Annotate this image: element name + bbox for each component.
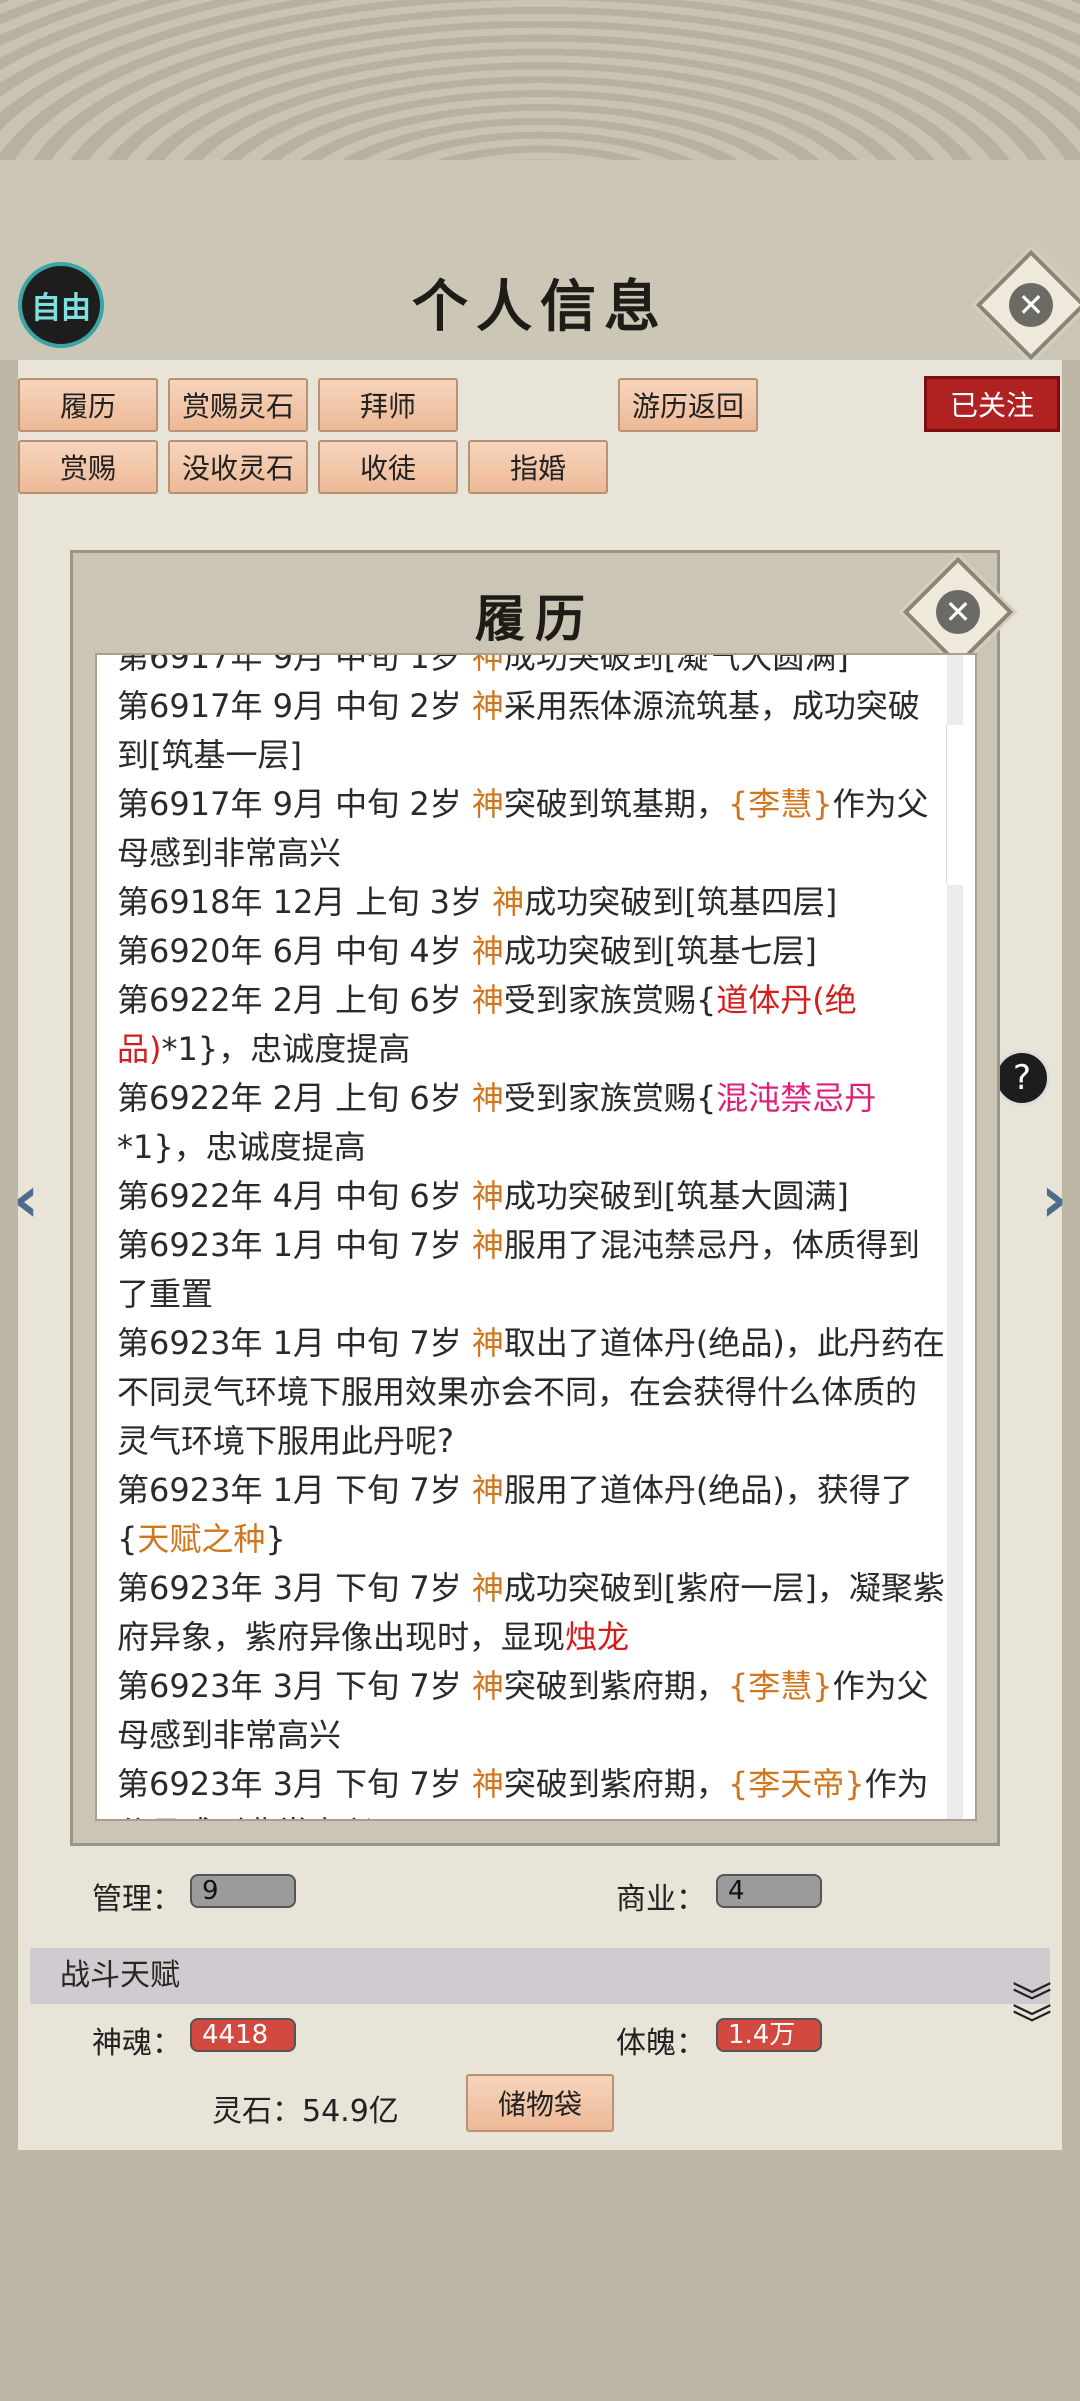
- resume-entry: 第6922年 2月 上旬 6岁 神受到家族赏赐{道体丹(绝品)*1}，忠诚度提高: [117, 976, 947, 1074]
- followed-badge[interactable]: 已关注: [924, 376, 1060, 432]
- entry-text: 第6923年 1月 下旬 7岁: [117, 1471, 472, 1509]
- entry-text: 受到家族赏赐{: [503, 981, 717, 1019]
- prev-arrow-icon[interactable]: ‹: [6, 1160, 46, 1240]
- entry-text: 第6923年 3月 下旬 7岁: [117, 1765, 472, 1803]
- management-label: 管理：: [92, 1882, 182, 1917]
- resume-button[interactable]: 履历: [18, 378, 158, 432]
- highlight-text: 天赋之种: [137, 1520, 266, 1558]
- dialog-close-button[interactable]: ✕: [902, 556, 1014, 668]
- physique-label: 体魄：: [616, 2026, 706, 2061]
- close-icon: ✕: [1009, 283, 1053, 327]
- highlight-text: 神: [492, 883, 525, 921]
- resume-entry: 第6917年 9月 中旬 2岁 神采用炁体源流筑基，成功突破到[筑基一层]: [117, 682, 947, 780]
- highlight-text: 神: [471, 1569, 504, 1607]
- highlight-text: 神: [471, 932, 504, 970]
- entry-text: 突破到紫府期，: [503, 1765, 728, 1803]
- resume-log[interactable]: 第6917年 9月 中旬 1岁 神成功突破到[凝气大圆满] 第6917年 9月 中…: [95, 653, 977, 1821]
- highlight-text: {李天帝}: [727, 1765, 865, 1803]
- management-value: 9: [190, 1874, 296, 1908]
- storage-bag-button[interactable]: 储物袋: [466, 2074, 614, 2132]
- entry-text: 第6922年 2月 上旬 6岁: [117, 1079, 472, 1117]
- resume-entry: 第6918年 12月 上旬 3岁 神成功突破到[筑基四层]: [117, 878, 947, 927]
- close-button[interactable]: ✕: [975, 249, 1080, 361]
- arrange-marriage-button[interactable]: 指婚: [468, 440, 608, 494]
- resume-entry: 第6917年 9月 中旬 1岁 神成功突破到[凝气大圆满]: [117, 653, 947, 682]
- footer: [0, 2150, 1080, 2401]
- physique-value: 1.4万: [716, 2018, 822, 2052]
- entry-text: 第6923年 3月 下旬 7岁: [117, 1667, 472, 1705]
- commerce-label: 商业：: [616, 1882, 706, 1917]
- resume-dialog: 履历 ✕ 第6917年 9月 中旬 1岁 神成功突破到[凝气大圆满] 第6917年…: [70, 550, 1014, 1846]
- highlight-text: {李慧}: [727, 785, 833, 823]
- spirit-stones-count: 灵石：54.9亿: [212, 2094, 399, 2129]
- entry-text: 突破到筑基期，: [503, 785, 728, 823]
- entry-text: 第6917年 9月 中旬 1岁: [117, 653, 472, 676]
- help-icon[interactable]: ?: [994, 1050, 1050, 1106]
- highlight-text: 混沌禁忌丹: [716, 1079, 877, 1117]
- highlight-text: 神: [471, 785, 504, 823]
- highlight-text: 神: [471, 981, 504, 1019]
- entry-text: 第6923年 1月 中旬 7岁: [117, 1324, 472, 1362]
- resume-entry: 第6917年 9月 中旬 2岁 神突破到筑基期，{李慧}作为父母感到非常高兴: [117, 780, 947, 878]
- entry-text: 第6917年 9月 中旬 2岁: [117, 687, 472, 725]
- entry-text: 第6917年 9月 中旬 2岁: [117, 785, 472, 823]
- highlight-text: 神: [471, 1177, 504, 1215]
- combat-talent-section: 战斗天赋: [30, 1948, 1050, 2004]
- next-arrow-icon[interactable]: ›: [1034, 1160, 1074, 1240]
- confiscate-stones-button[interactable]: 没收灵石: [168, 440, 308, 494]
- highlight-text: 神: [471, 653, 504, 676]
- entry-text: 第6920年 6月 中旬 4岁: [117, 932, 472, 970]
- highlight-text: 神: [471, 687, 504, 725]
- entry-text: 受到家族赏赐{: [503, 1079, 717, 1117]
- entry-text: 突破到紫府期，: [503, 1667, 728, 1705]
- resume-entry: 第6923年 3月 下旬 7岁 神成功突破到[紫府一层]，凝聚紫府异象，紫府异像…: [117, 1564, 947, 1662]
- close-icon: ✕: [936, 590, 980, 634]
- commerce-value: 4: [716, 1874, 822, 1908]
- take-disciple-button[interactable]: 收徒: [318, 440, 458, 494]
- entry-text: 成功突破到[筑基四层]: [524, 883, 838, 921]
- scroll-thumb[interactable]: [946, 725, 963, 885]
- highlight-text: 神: [471, 1667, 504, 1705]
- entry-text: 第6923年 1月 中旬 7岁: [117, 1226, 472, 1264]
- entry-text: *1}，忠诚度提高: [161, 1030, 411, 1068]
- apprentice-button[interactable]: 拜师: [318, 378, 458, 432]
- entry-text: 成功突破到[凝气大圆满]: [503, 653, 849, 676]
- top-decorative-band: [0, 0, 1080, 163]
- entry-text: 第6922年 4月 中旬 6岁: [117, 1177, 472, 1215]
- page-title: 个人信息: [412, 274, 668, 340]
- entry-text: }: [265, 1520, 286, 1558]
- highlight-text: 神: [471, 1765, 504, 1803]
- reward-button[interactable]: 赏赐: [18, 440, 158, 494]
- highlight-text: 神: [471, 1471, 504, 1509]
- resume-entry: 第6923年 3月 下旬 7岁 神突破到紫府期，{李天帝}作为父母感到非常高兴: [117, 1760, 947, 1819]
- highlight-text: 神: [471, 1079, 504, 1117]
- resume-entry: 第6923年 1月 中旬 7岁 神取出了道体丹(绝品)，此丹药在不同灵气环境下服…: [117, 1319, 947, 1466]
- highlight-text: 神: [471, 1324, 504, 1362]
- travel-return-button[interactable]: 游历返回: [618, 378, 758, 432]
- resume-entries: 第6917年 9月 中旬 1岁 神成功突破到[凝气大圆满] 第6917年 9月 中…: [117, 653, 947, 1819]
- resume-entry: 第6923年 3月 下旬 7岁 神突破到紫府期，{李慧}作为父母感到非常高兴: [117, 1662, 947, 1760]
- highlight-text: 神: [471, 1226, 504, 1264]
- spirit-value: 4418: [190, 2018, 296, 2052]
- resume-entry: 第6923年 1月 下旬 7岁 神服用了道体丹(绝品)，获得了{天赋之种}: [117, 1466, 947, 1564]
- entry-text: 成功突破到[筑基七层]: [503, 932, 817, 970]
- resume-entry: 第6923年 1月 中旬 7岁 神服用了混沌禁忌丹，体质得到了重置: [117, 1221, 947, 1319]
- highlight-text: {李慧}: [727, 1667, 833, 1705]
- resume-entry: 第6920年 6月 中旬 4岁 神成功突破到[筑基七层]: [117, 927, 947, 976]
- entry-text: 第6918年 12月 上旬 3岁: [117, 883, 493, 921]
- entry-text: 第6922年 2月 上旬 6岁: [117, 981, 472, 1019]
- dialog-title: 履历: [475, 589, 595, 648]
- reward-stones-button[interactable]: 赏赐灵石: [168, 378, 308, 432]
- entry-text: 第6923年 3月 下旬 7岁: [117, 1569, 472, 1607]
- scroll-down-icon[interactable]: ︾ ︾: [1012, 1983, 1052, 2045]
- spirit-label: 神魂：: [92, 2026, 182, 2061]
- entry-text: *1}，忠诚度提高: [117, 1128, 366, 1166]
- resume-entry: 第6922年 2月 上旬 6岁 神受到家族赏赐{混沌禁忌丹 *1}，忠诚度提高: [117, 1074, 947, 1172]
- entry-text: 成功突破到[筑基大圆满]: [503, 1177, 849, 1215]
- highlight-text: 烛龙: [565, 1618, 630, 1656]
- resume-entry: 第6922年 4月 中旬 6岁 神成功突破到[筑基大圆满]: [117, 1172, 947, 1221]
